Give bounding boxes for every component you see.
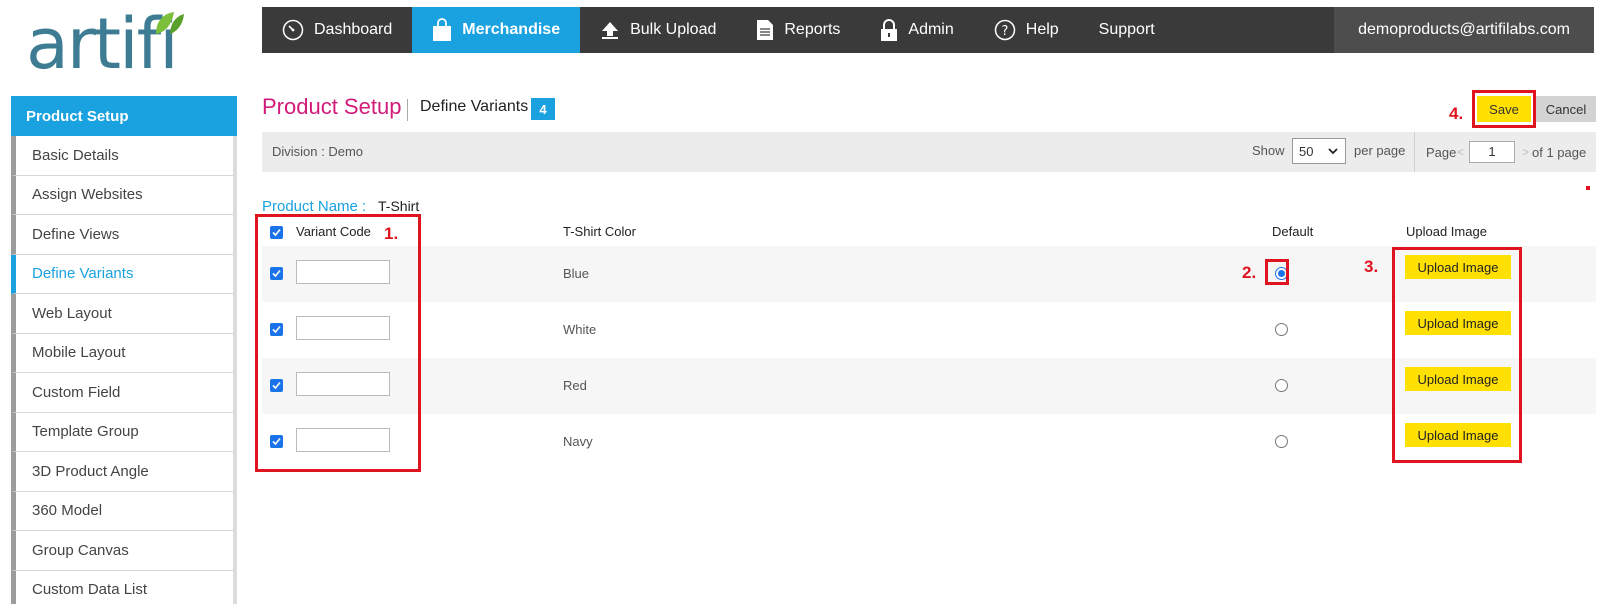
help-icon: ? [994,19,1016,41]
show-label: Show [1252,143,1285,158]
user-account[interactable]: demoproducts@artifilabs.com [1334,7,1594,53]
nav-admin-label: Admin [908,21,954,38]
sidebar-header[interactable]: Product Setup [11,96,237,136]
pagination-divider [1414,132,1415,172]
nav-reports[interactable]: Reports [736,7,860,53]
nav-dashboard[interactable]: Dashboard [262,7,412,53]
nav-merchandise-label: Merchandise [462,21,561,38]
color-cell: Navy [563,434,593,449]
sidebar-item-custom-field[interactable]: Custom Field [11,373,233,413]
step-badge: 4 [531,98,555,120]
svg-text:?: ? [1001,24,1008,39]
division-label: Division : Demo [272,144,364,159]
nav-help[interactable]: ? Help [974,7,1079,53]
color-cell: White [563,322,597,337]
sidebar-list: Basic Details Assign Websites Define Vie… [11,136,237,604]
upload-icon [600,20,620,40]
sidebar: Product Setup Basic Details Assign Websi… [11,96,237,604]
user-email: demoproducts@artifilabs.com [1358,21,1570,38]
page-label: Page [1426,145,1457,160]
nav-support[interactable]: Support [1079,7,1175,53]
color-cell: Red [563,378,587,393]
sidebar-item-3d-product-angle[interactable]: 3D Product Angle [11,452,233,492]
top-navigation: Dashboard Merchandise Bulk Upload Report… [262,7,1594,53]
sidebar-item-group-canvas[interactable]: Group Canvas [11,531,233,571]
header-tshirt-color: T-Shirt Color [563,224,636,239]
product-name-value: T-Shirt [378,198,420,214]
page-number-input[interactable]: 1 [1469,141,1515,163]
nav-bulk-upload-label: Bulk Upload [630,21,717,38]
nav-help-label: Help [1025,21,1059,38]
product-name-label: Product Name : [262,198,367,215]
nav-bulk-upload[interactable]: Bulk Upload [580,7,736,53]
color-cell: Blue [563,266,590,281]
annotation-box-save [1472,90,1536,128]
lock-icon [880,18,898,42]
page-count-label: of 1 page [1532,145,1587,160]
title-divider [407,99,408,121]
default-radio[interactable] [1275,323,1288,336]
annotation-number-4: 4. [1449,104,1464,123]
page-title: Product Setup [262,94,402,119]
sidebar-item-custom-data-list[interactable]: Custom Data List [11,570,233,604]
cancel-button[interactable]: Cancel [1536,96,1596,122]
default-radio[interactable] [1275,435,1288,448]
per-page-value: 50 [1299,143,1314,159]
annotation-number-2: 2. [1242,263,1257,282]
shopping-bag-icon [432,18,452,42]
sidebar-item-web-layout[interactable]: Web Layout [11,294,233,334]
header-upload-image: Upload Image [1406,224,1487,239]
page-subtitle: Define Variants [420,98,529,115]
annotation-box-upload [1392,247,1522,463]
sidebar-item-assign-websites[interactable]: Assign Websites [11,175,233,215]
document-icon [756,19,774,41]
per-page-select[interactable]: 50 [1292,138,1346,164]
sidebar-item-define-views[interactable]: Define Views [11,215,233,255]
header-default: Default [1272,224,1314,239]
sidebar-item-basic-details[interactable]: Basic Details [11,136,233,176]
chevron-down-icon [1328,148,1338,155]
prev-page-button[interactable]: < [1457,145,1464,159]
nav-dashboard-label: Dashboard [314,21,393,38]
red-marker [1586,186,1590,190]
per-page-label: per page [1354,143,1406,158]
annotation-box-variant-codes [255,214,421,472]
sidebar-item-template-group[interactable]: Template Group [11,412,233,452]
sidebar-item-define-variants[interactable]: Define Variants [11,254,233,294]
sidebar-item-360-model[interactable]: 360 Model [11,491,233,531]
default-radio[interactable] [1275,379,1288,392]
nav-reports-label: Reports [784,21,841,38]
artifi-logo: artifi [26,4,206,84]
speedometer-icon [282,19,304,41]
filter-bar: Division : Demo Show 50 per page Page < … [262,132,1596,172]
nav-admin[interactable]: Admin [860,7,973,53]
nav-merchandise[interactable]: Merchandise [412,7,581,53]
annotation-box-default [1265,259,1289,285]
next-page-button[interactable]: > [1522,145,1529,159]
sidebar-item-mobile-layout[interactable]: Mobile Layout [11,333,233,373]
annotation-number-1: 1. [384,224,399,243]
nav-support-label: Support [1098,21,1155,38]
leaf-icon [156,12,184,34]
annotation-number-3: 3. [1364,257,1379,276]
